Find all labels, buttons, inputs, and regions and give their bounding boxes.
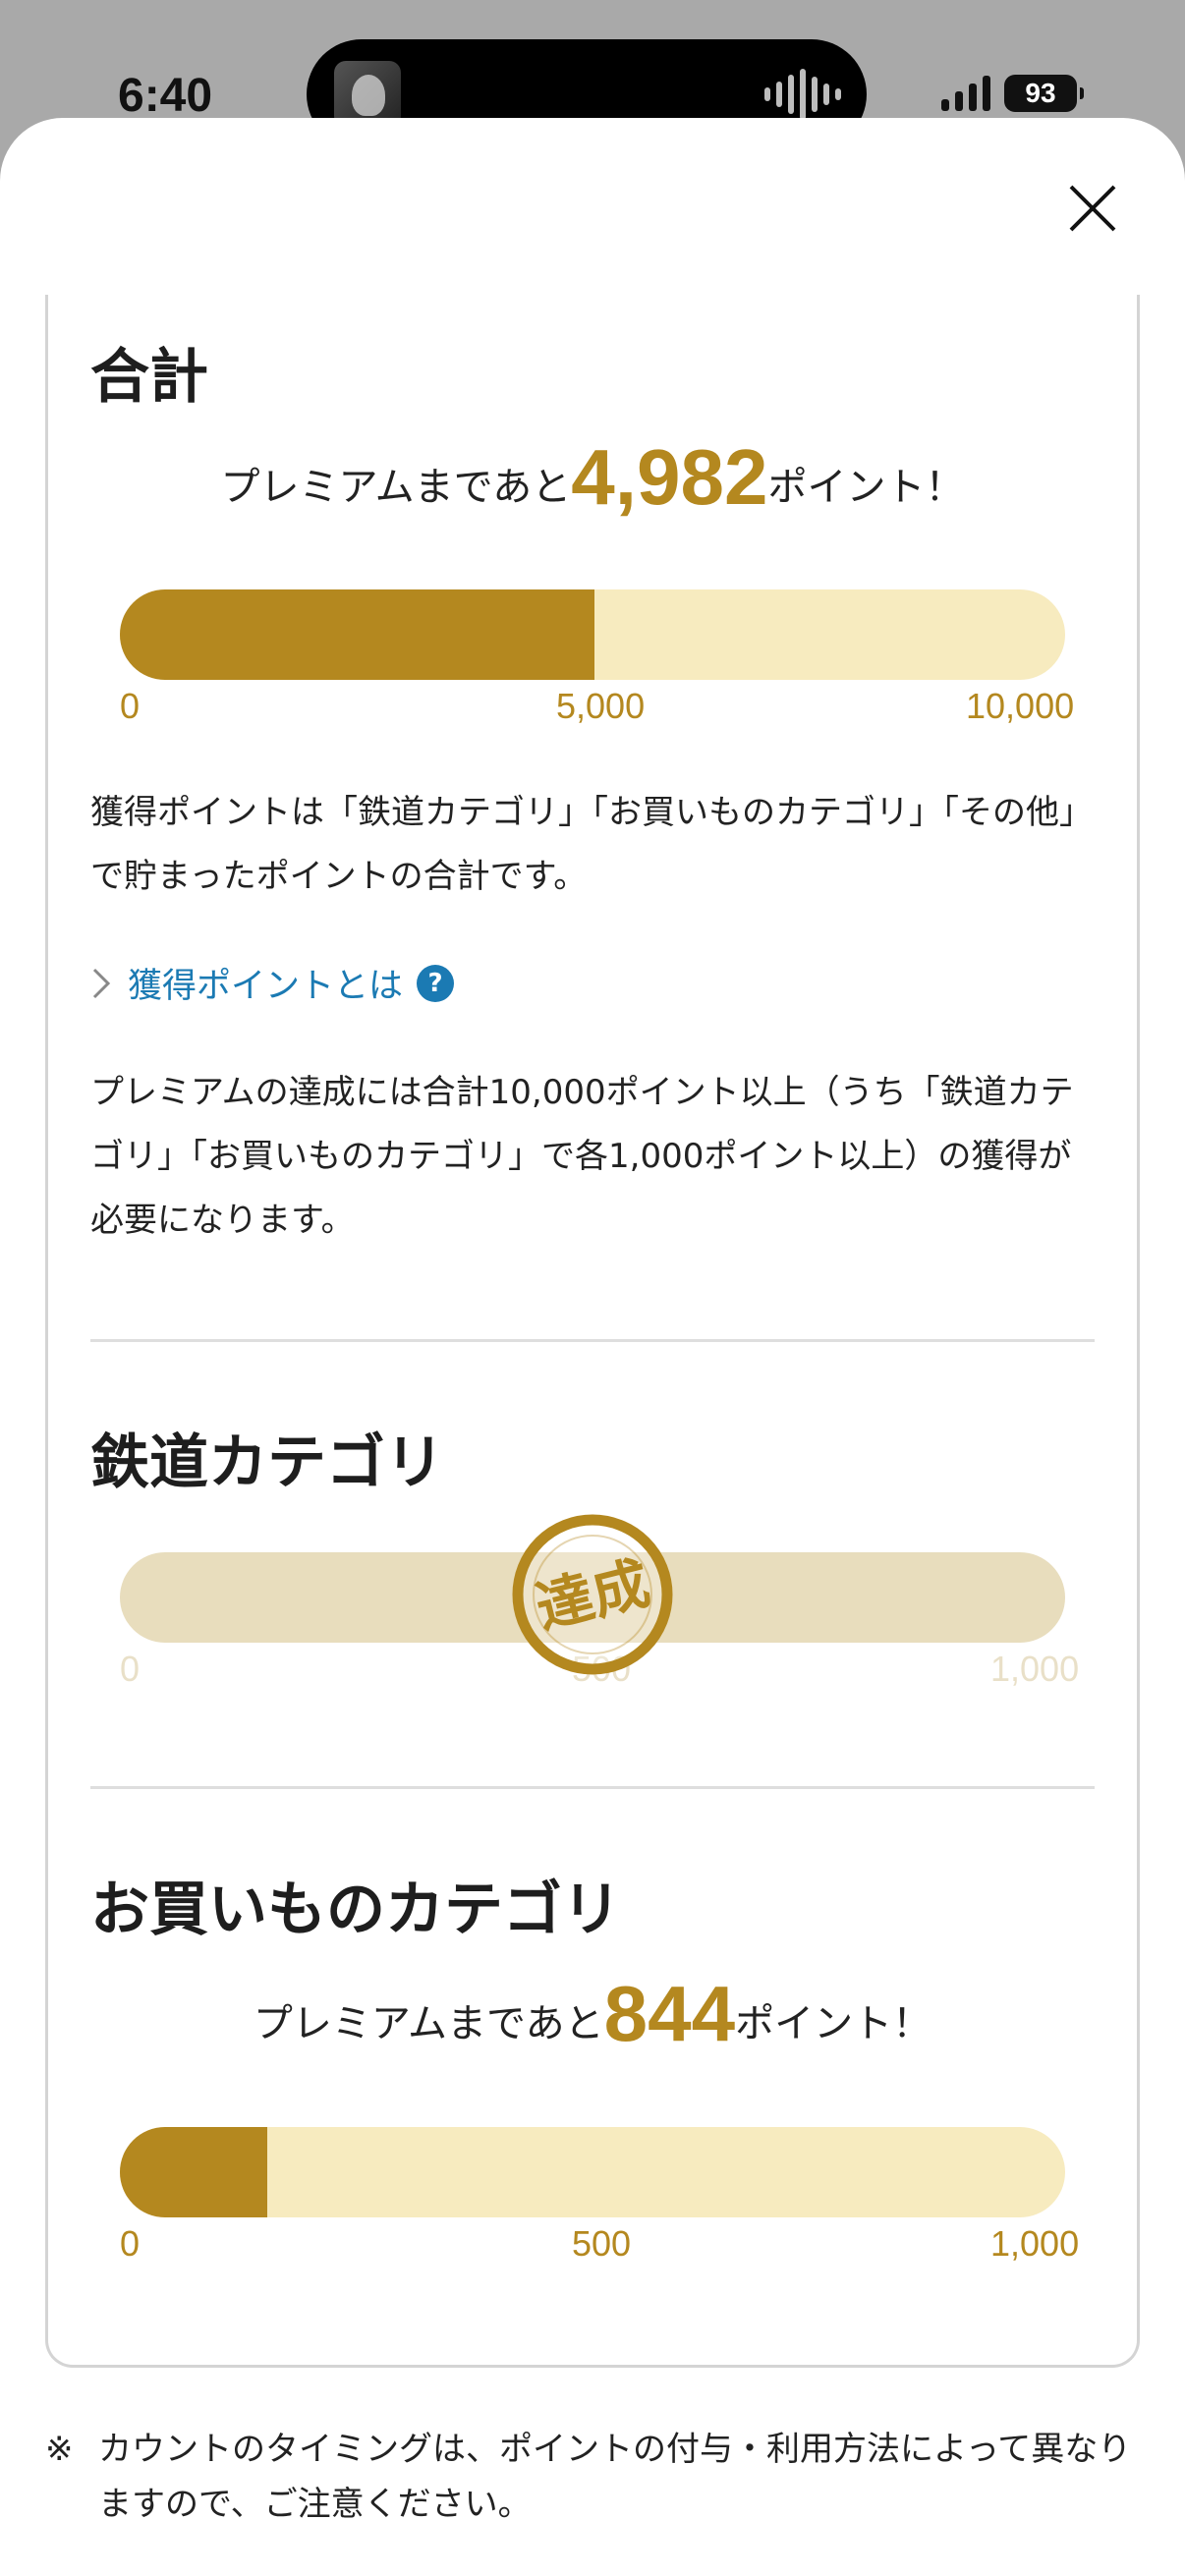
footnote-mark: ※ <box>45 2430 74 2469</box>
footnote-text: カウントのタイミングは、ポイントの付与・利用方法によって異なりますので、ご注意く… <box>98 2430 1132 2524</box>
remaining-suffix: ポイント！ <box>735 2001 932 2046</box>
total-tick-max: 10,000 <box>966 686 1075 726</box>
close-icon <box>1069 185 1116 232</box>
premium-requirement-text: プレミアムの達成には合計10,000ポイント以上（うち「鉄道カテゴリ」「お買いも… <box>90 1073 1074 1240</box>
remaining-prefix: プレミアムまであと <box>220 465 572 510</box>
total-description: 獲得ポイントは「鉄道カテゴリ」「お買いものカテゴリ」「その他」で貯まったポイント… <box>90 793 1093 896</box>
section-divider <box>90 1339 1095 1342</box>
total-section-title: 合計 <box>90 343 208 412</box>
total-progress-bar <box>120 589 1065 680</box>
rail-tick-max: 1,000 <box>990 1649 1080 1689</box>
close-button[interactable] <box>1061 177 1124 240</box>
battery-icon: 93 <box>1004 75 1084 112</box>
cellular-signal-icon <box>941 76 990 111</box>
shopping-remaining-message: プレミアムまであと844ポイント！ <box>45 1969 1140 2059</box>
remaining-points-value: 844 <box>603 1970 736 2057</box>
total-remaining-message: プレミアムまであと4,982ポイント！ <box>45 432 1140 523</box>
earned-points-help-link[interactable]: 獲得ポイントとは ? <box>90 958 455 1008</box>
help-icon: ? <box>417 964 455 1002</box>
audio-waveform-icon <box>764 69 841 120</box>
remaining-suffix: ポイント！ <box>767 465 965 510</box>
rail-tick-min: 0 <box>120 1649 141 1689</box>
section-divider <box>90 1786 1095 1789</box>
status-icons: 93 <box>941 75 1084 112</box>
shopping-tick-max: 1,000 <box>990 2223 1080 2264</box>
timing-footnote: ※ カウントのタイミングは、ポイントの付与・利用方法によって異なりますので、ご注… <box>45 2422 1146 2532</box>
achieved-stamp-icon: 達成 <box>512 1514 673 1675</box>
remaining-points-value: 4,982 <box>571 433 768 521</box>
shopping-tick-mid: 500 <box>572 2223 632 2264</box>
total-tick-mid: 5,000 <box>556 686 646 726</box>
earned-points-link-label: 獲得ポイントとは <box>128 967 404 1006</box>
shopping-progress-fill <box>120 2127 268 2217</box>
shopping-section-title: お買いものカテゴリ <box>90 1876 621 1944</box>
chevron-right-icon <box>92 968 111 998</box>
shopping-tick-min: 0 <box>120 2223 141 2264</box>
status-time: 6:40 <box>118 70 213 122</box>
total-progress-fill <box>120 589 594 680</box>
remaining-prefix: プレミアムまであと <box>253 2001 604 2046</box>
rail-section-title: 鉄道カテゴリ <box>90 1428 444 1497</box>
total-tick-min: 0 <box>120 686 141 726</box>
shopping-progress-bar <box>120 2127 1065 2217</box>
